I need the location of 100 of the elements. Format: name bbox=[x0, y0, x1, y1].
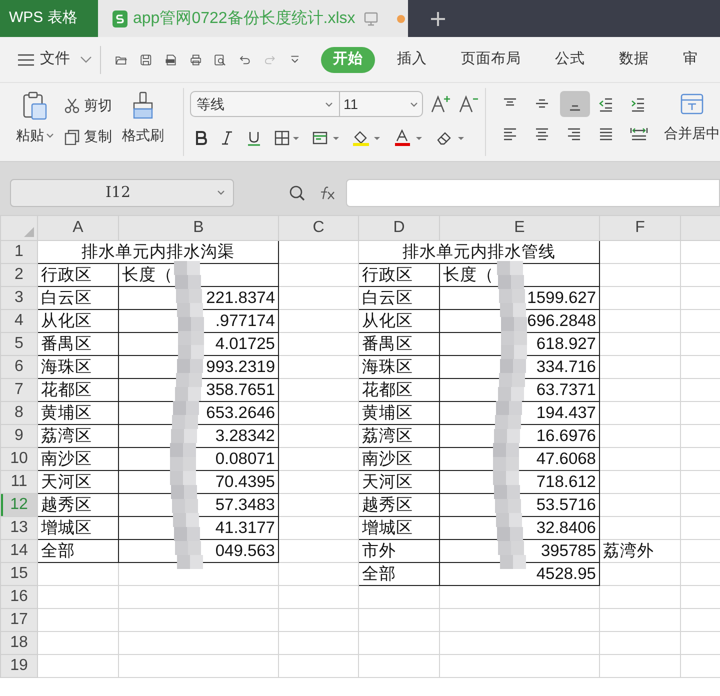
table-cell: 市外 bbox=[362, 542, 396, 560]
italic-icon[interactable] bbox=[220, 130, 234, 146]
table-cell: 黄埔区 bbox=[41, 404, 92, 422]
table-cell: 696.2848 bbox=[527, 312, 596, 330]
table-cell: 增城区 bbox=[362, 519, 413, 537]
table-cell: 618.927 bbox=[536, 335, 596, 353]
row-header[interactable]: 1 bbox=[0, 240, 38, 264]
home-tab[interactable]: WPS 表格 bbox=[0, 0, 98, 37]
table-cell: 993.2319 bbox=[206, 358, 275, 376]
caret-icon bbox=[410, 102, 418, 106]
add-tab-icon[interactable] bbox=[430, 10, 446, 26]
ribbon-tab[interactable]: 数据 bbox=[606, 46, 661, 72]
chevron-down-icon bbox=[80, 56, 92, 64]
row-header[interactable]: 13 bbox=[0, 516, 38, 540]
table-cell: .977174 bbox=[215, 312, 275, 330]
table-cell: 南沙区 bbox=[41, 450, 92, 468]
table-cell: 70.4395 bbox=[215, 473, 275, 491]
table-cell: 63.7371 bbox=[536, 381, 596, 399]
font-size-field[interactable]: 11 bbox=[340, 91, 423, 117]
table-cell: 荔湾区 bbox=[362, 427, 413, 445]
font-color-icon[interactable] bbox=[394, 129, 424, 147]
row-header[interactable]: 18 bbox=[0, 632, 38, 654]
ribbon-tab[interactable]: 公式 bbox=[542, 46, 597, 72]
column-heading: 行政区 bbox=[41, 266, 92, 284]
row-header[interactable]: 14 bbox=[0, 540, 38, 562]
table-cell: 1599.627 bbox=[527, 289, 596, 307]
align-distributed-icon bbox=[630, 126, 648, 142]
table-cell: 0.08071 bbox=[215, 450, 275, 468]
font-name-field[interactable]: 等线 bbox=[190, 91, 340, 117]
table-cell: 57.3483 bbox=[215, 496, 275, 514]
table-cell: 增城区 bbox=[41, 519, 92, 537]
table-cell: 全部 bbox=[362, 565, 396, 583]
bold-icon[interactable] bbox=[194, 130, 208, 146]
file-menu-button[interactable]: 文件 bbox=[18, 44, 92, 74]
table-cell: 718.612 bbox=[536, 473, 596, 491]
table-cell: 全部 bbox=[41, 542, 75, 560]
zoom-search-icon[interactable] bbox=[289, 184, 305, 200]
row-header[interactable]: 6 bbox=[0, 356, 38, 378]
column-header[interactable]: F bbox=[600, 216, 680, 240]
paste-button[interactable]: 粘贴 bbox=[12, 88, 58, 156]
table-cell: 天河区 bbox=[362, 473, 413, 491]
table-cell: 16.6976 bbox=[536, 427, 596, 445]
table-cell: 32.8406 bbox=[536, 519, 596, 537]
row-header[interactable]: 11 bbox=[0, 470, 38, 494]
row-header[interactable]: 19 bbox=[0, 654, 38, 678]
table-cell: 221.8374 bbox=[206, 289, 275, 307]
ribbon-tab[interactable]: 插入 bbox=[384, 46, 439, 72]
row-header[interactable]: 5 bbox=[0, 332, 38, 356]
table-title: 排水单元内排水管线 bbox=[402, 243, 556, 261]
copy-button[interactable]: 复制 bbox=[64, 126, 112, 147]
underline-icon[interactable] bbox=[246, 130, 262, 146]
borders-icon[interactable] bbox=[274, 130, 300, 146]
align-bottom-button[interactable] bbox=[560, 91, 590, 117]
align-bottom-icon bbox=[569, 105, 581, 111]
name-box[interactable]: I12 bbox=[10, 178, 234, 206]
table-cell: 从化区 bbox=[41, 312, 92, 330]
row-header[interactable]: 3 bbox=[0, 286, 38, 310]
row-header[interactable]: 8 bbox=[0, 402, 38, 424]
row-header[interactable]: 16 bbox=[0, 586, 38, 608]
column-header[interactable]: C bbox=[278, 216, 358, 240]
increase-font-size-icon[interactable] bbox=[430, 94, 451, 114]
row-header[interactable]: 4 bbox=[0, 310, 38, 332]
table-cell: 334.716 bbox=[536, 358, 596, 376]
table-cell: 3.28342 bbox=[215, 427, 275, 445]
column-header[interactable]: B bbox=[118, 216, 278, 240]
row-header[interactable]: 10 bbox=[0, 448, 38, 470]
table-cell: 花都区 bbox=[362, 381, 413, 399]
table-cell: 荔湾外 bbox=[603, 542, 654, 560]
format-painter-button[interactable]: 格式刷 bbox=[122, 88, 164, 156]
table-cell: 194.437 bbox=[536, 404, 596, 422]
table-cell: 黄埔区 bbox=[362, 404, 413, 422]
decrease-font-size-icon[interactable] bbox=[458, 94, 479, 114]
table-cell: 049.563 bbox=[215, 542, 275, 560]
cut-button[interactable]: 剪切 bbox=[64, 95, 112, 116]
row-header[interactable]: 9 bbox=[0, 424, 38, 448]
row-header[interactable]: 15 bbox=[0, 562, 38, 586]
spreadsheet-file-icon bbox=[112, 10, 128, 28]
column-header[interactable]: E bbox=[440, 216, 600, 240]
paint-brush-icon bbox=[131, 91, 155, 121]
table-cell: 南沙区 bbox=[362, 450, 413, 468]
ribbon-tab[interactable]: 页面布局 bbox=[448, 46, 533, 72]
fill-color-icon[interactable] bbox=[352, 129, 382, 147]
caret-icon bbox=[46, 133, 54, 138]
table-cell: 53.5716 bbox=[536, 496, 596, 514]
ribbon-tab[interactable]: 审 bbox=[670, 46, 710, 72]
row-header[interactable]: 17 bbox=[0, 608, 38, 632]
column-header[interactable]: D bbox=[358, 216, 440, 240]
merge-center-button[interactable]: 合并居中 bbox=[664, 83, 720, 161]
conditional-format-icon[interactable] bbox=[312, 130, 340, 146]
column-heading: 行政区 bbox=[362, 266, 413, 284]
triangle-icon bbox=[24, 227, 34, 237]
row-header[interactable]: 2 bbox=[0, 264, 38, 286]
column-heading: 长度（ bbox=[122, 266, 173, 284]
clipboard-icon bbox=[22, 91, 48, 121]
table-cell: 番禺区 bbox=[362, 335, 413, 353]
row-header[interactable]: 7 bbox=[0, 378, 38, 402]
column-header[interactable]: A bbox=[38, 216, 118, 240]
eraser-icon[interactable] bbox=[436, 130, 466, 146]
function-icon[interactable] bbox=[318, 186, 336, 200]
formula-input[interactable] bbox=[346, 178, 720, 206]
